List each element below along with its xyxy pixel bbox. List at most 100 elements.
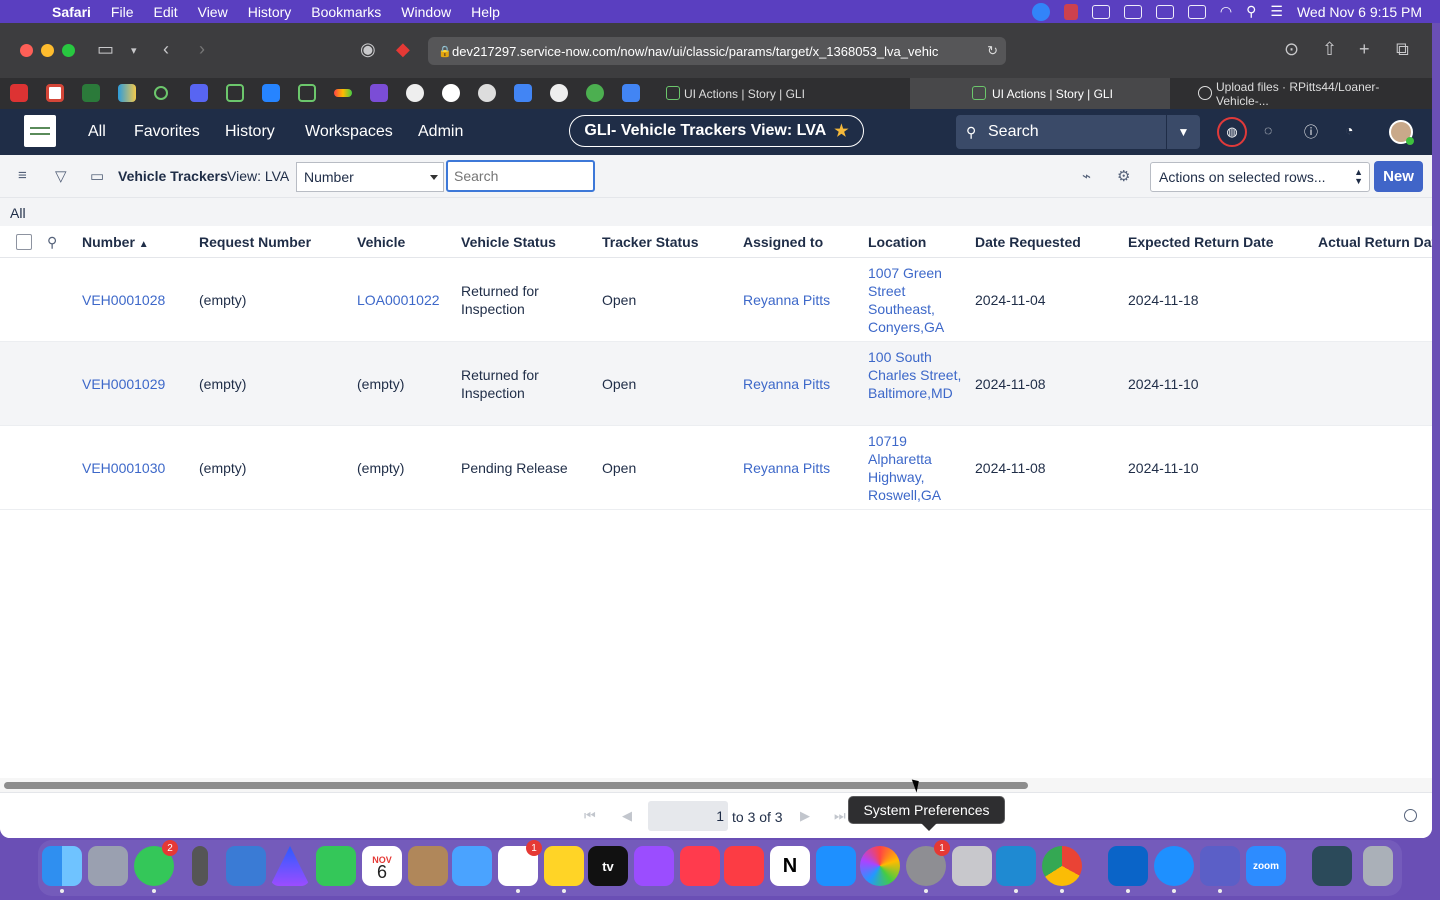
horizontal-scrollbar[interactable] <box>0 778 1432 792</box>
menu-app-name[interactable]: Safari <box>52 4 91 20</box>
record-number-link[interactable]: VEH0001030 <box>82 459 165 477</box>
close-window-icon[interactable] <box>20 44 33 57</box>
tab-overview-icon[interactable]: ⧉ <box>1396 39 1409 60</box>
column-header-tracker-status[interactable]: Tracker Status <box>602 234 699 250</box>
first-page-icon[interactable]: ⏮ <box>584 808 596 824</box>
nav-workspaces[interactable]: Workspaces <box>305 123 393 141</box>
prism-icon[interactable] <box>270 846 310 886</box>
clock-datetime[interactable]: Wed Nov 6 9:15 PM <box>1297 4 1422 20</box>
menu-edit[interactable]: Edit <box>153 4 177 20</box>
notes-icon[interactable] <box>544 846 584 893</box>
assigned-to-link[interactable]: Reyanna Pitts <box>743 291 830 309</box>
forward-icon[interactable]: › <box>199 39 205 60</box>
column-header-number[interactable]: Number ▲ <box>82 234 149 250</box>
trash-icon[interactable] <box>1363 846 1393 886</box>
new-tab-icon[interactable]: + <box>1359 39 1370 60</box>
nav-admin[interactable]: Admin <box>418 123 463 141</box>
favorite-star-icon[interactable]: ★ <box>834 121 848 141</box>
location-link[interactable]: 10719 Alpharetta Highway, Roswell,GA <box>868 432 964 504</box>
browser-tab[interactable]: Upload files · RPitts44/Loaner-Vehicle-.… <box>1172 78 1432 109</box>
app-store-icon[interactable] <box>816 846 856 886</box>
location-link[interactable]: 100 South Charles Street, Baltimore,MD <box>868 348 964 402</box>
url-text[interactable]: dev217297.service-now.com/now/nav/ui/cla… <box>452 44 982 59</box>
battery-icon[interactable] <box>1187 4 1206 19</box>
breadcrumb-all[interactable]: All <box>10 205 26 221</box>
chevron-down-icon[interactable]: ▾ <box>131 44 137 57</box>
maps-icon[interactable] <box>226 846 266 886</box>
list-context-menu-icon[interactable]: ▭ <box>90 167 104 185</box>
assigned-to-link[interactable]: Reyanna Pitts <box>743 459 830 477</box>
record-number-link[interactable]: VEH0001029 <box>82 375 165 393</box>
search-field-select[interactable]: Number <box>296 162 444 192</box>
nav-all[interactable]: All <box>88 123 106 141</box>
response-time-icon[interactable] <box>1404 809 1417 822</box>
wifi-icon[interactable]: ◠ <box>1220 3 1232 20</box>
column-header-request-number[interactable]: Request Number <box>199 234 311 250</box>
downloads-stack-icon[interactable] <box>1312 846 1352 886</box>
location-link[interactable]: 1007 Green Street Southeast, Conyers,GA <box>868 264 964 336</box>
scrollbar-thumb[interactable] <box>4 782 1028 789</box>
window-icon[interactable] <box>1155 4 1174 19</box>
facetime-icon[interactable] <box>316 846 356 886</box>
column-header-vehicle-status[interactable]: Vehicle Status <box>461 234 556 250</box>
messages-icon[interactable]: 2 <box>134 840 178 893</box>
menu-view[interactable]: View <box>198 4 228 20</box>
company-logo[interactable] <box>24 115 56 147</box>
last-page-icon[interactable]: ⏭ <box>834 808 846 824</box>
bookmark-icon[interactable] <box>406 84 424 102</box>
docs-bookmark-icon[interactable] <box>514 84 532 102</box>
system-preferences-icon[interactable]: 1 <box>906 840 950 893</box>
column-header-location[interactable]: Location <box>868 234 926 250</box>
calendar-icon[interactable]: NOV 6 <box>362 846 402 886</box>
address-bar[interactable]: 🔒 dev217297.service-now.com/now/nav/ui/c… <box>428 37 1006 65</box>
contacts-icon[interactable] <box>408 846 448 886</box>
new-button[interactable]: New <box>1374 161 1423 192</box>
rocket-icon[interactable] <box>192 846 208 886</box>
bookmark-icon[interactable] <box>550 84 568 102</box>
list-search-input[interactable] <box>446 160 595 192</box>
column-header-expected-return-date[interactable]: Expected Return Date <box>1128 234 1273 250</box>
github-bookmark-icon[interactable] <box>478 84 496 102</box>
menu-bookmarks[interactable]: Bookmarks <box>311 4 381 20</box>
bookmark-icon[interactable] <box>370 84 388 102</box>
column-search-icon[interactable]: ⚲ <box>47 234 57 251</box>
downloads-icon[interactable]: ⊙ <box>1284 39 1299 60</box>
hamburger-menu-icon[interactable]: ≡ <box>18 167 27 184</box>
podcasts-icon[interactable] <box>634 846 674 886</box>
select-all-checkbox[interactable] <box>16 234 32 250</box>
nav-history[interactable]: History <box>225 123 275 141</box>
actions-select[interactable]: Actions on selected rows... ▲ ▼ <box>1150 162 1370 192</box>
menu-history[interactable]: History <box>248 4 292 20</box>
news-icon[interactable] <box>680 846 720 886</box>
context-title-pill[interactable]: GLI- Vehicle Trackers View: LVA ★ <box>569 115 864 147</box>
vehicle-link[interactable]: LOA0001022 <box>357 291 440 309</box>
menu-file[interactable]: File <box>111 4 134 20</box>
column-header-vehicle[interactable]: Vehicle <box>357 234 405 250</box>
mail-icon[interactable] <box>452 846 492 886</box>
activity-icon[interactable]: ⌁ <box>1082 167 1091 185</box>
office-icon[interactable] <box>1123 4 1142 19</box>
photos-icon[interactable] <box>860 846 900 886</box>
apple-tv-icon[interactable]: tv <box>588 846 628 886</box>
browser-tab-active[interactable]: UI Actions | Story | GLI <box>910 78 1170 109</box>
fullscreen-window-icon[interactable] <box>62 44 75 57</box>
search-scope-dropdown-icon[interactable]: ▼ <box>1166 115 1200 149</box>
safari-icon[interactable] <box>1154 846 1194 893</box>
cloud-icon[interactable] <box>1091 4 1110 19</box>
previous-page-icon[interactable]: ◀ <box>622 808 632 824</box>
discord-bookmark-icon[interactable] <box>190 84 208 102</box>
bookmark-icon[interactable] <box>586 84 604 102</box>
jira-bookmark-icon[interactable] <box>262 84 280 102</box>
filter-icon[interactable]: ▽ <box>55 167 67 185</box>
nav-favorites[interactable]: Favorites <box>134 123 200 141</box>
chat-icon[interactable]: ◌ <box>1264 122 1272 138</box>
spotlight-search-icon[interactable]: ⚲ <box>1246 3 1256 20</box>
servicenow-bookmark-icon[interactable] <box>298 84 316 102</box>
notifications-bell-icon[interactable]: ◔ <box>1345 122 1353 138</box>
menu-help[interactable]: Help <box>471 4 500 20</box>
screenshot-icon[interactable] <box>952 846 992 886</box>
launchpad-icon[interactable] <box>88 846 128 886</box>
mcafee-status-icon[interactable] <box>1063 3 1078 20</box>
globe-icon[interactable]: ◍ <box>1217 117 1247 147</box>
assigned-to-link[interactable]: Reyanna Pitts <box>743 375 830 393</box>
